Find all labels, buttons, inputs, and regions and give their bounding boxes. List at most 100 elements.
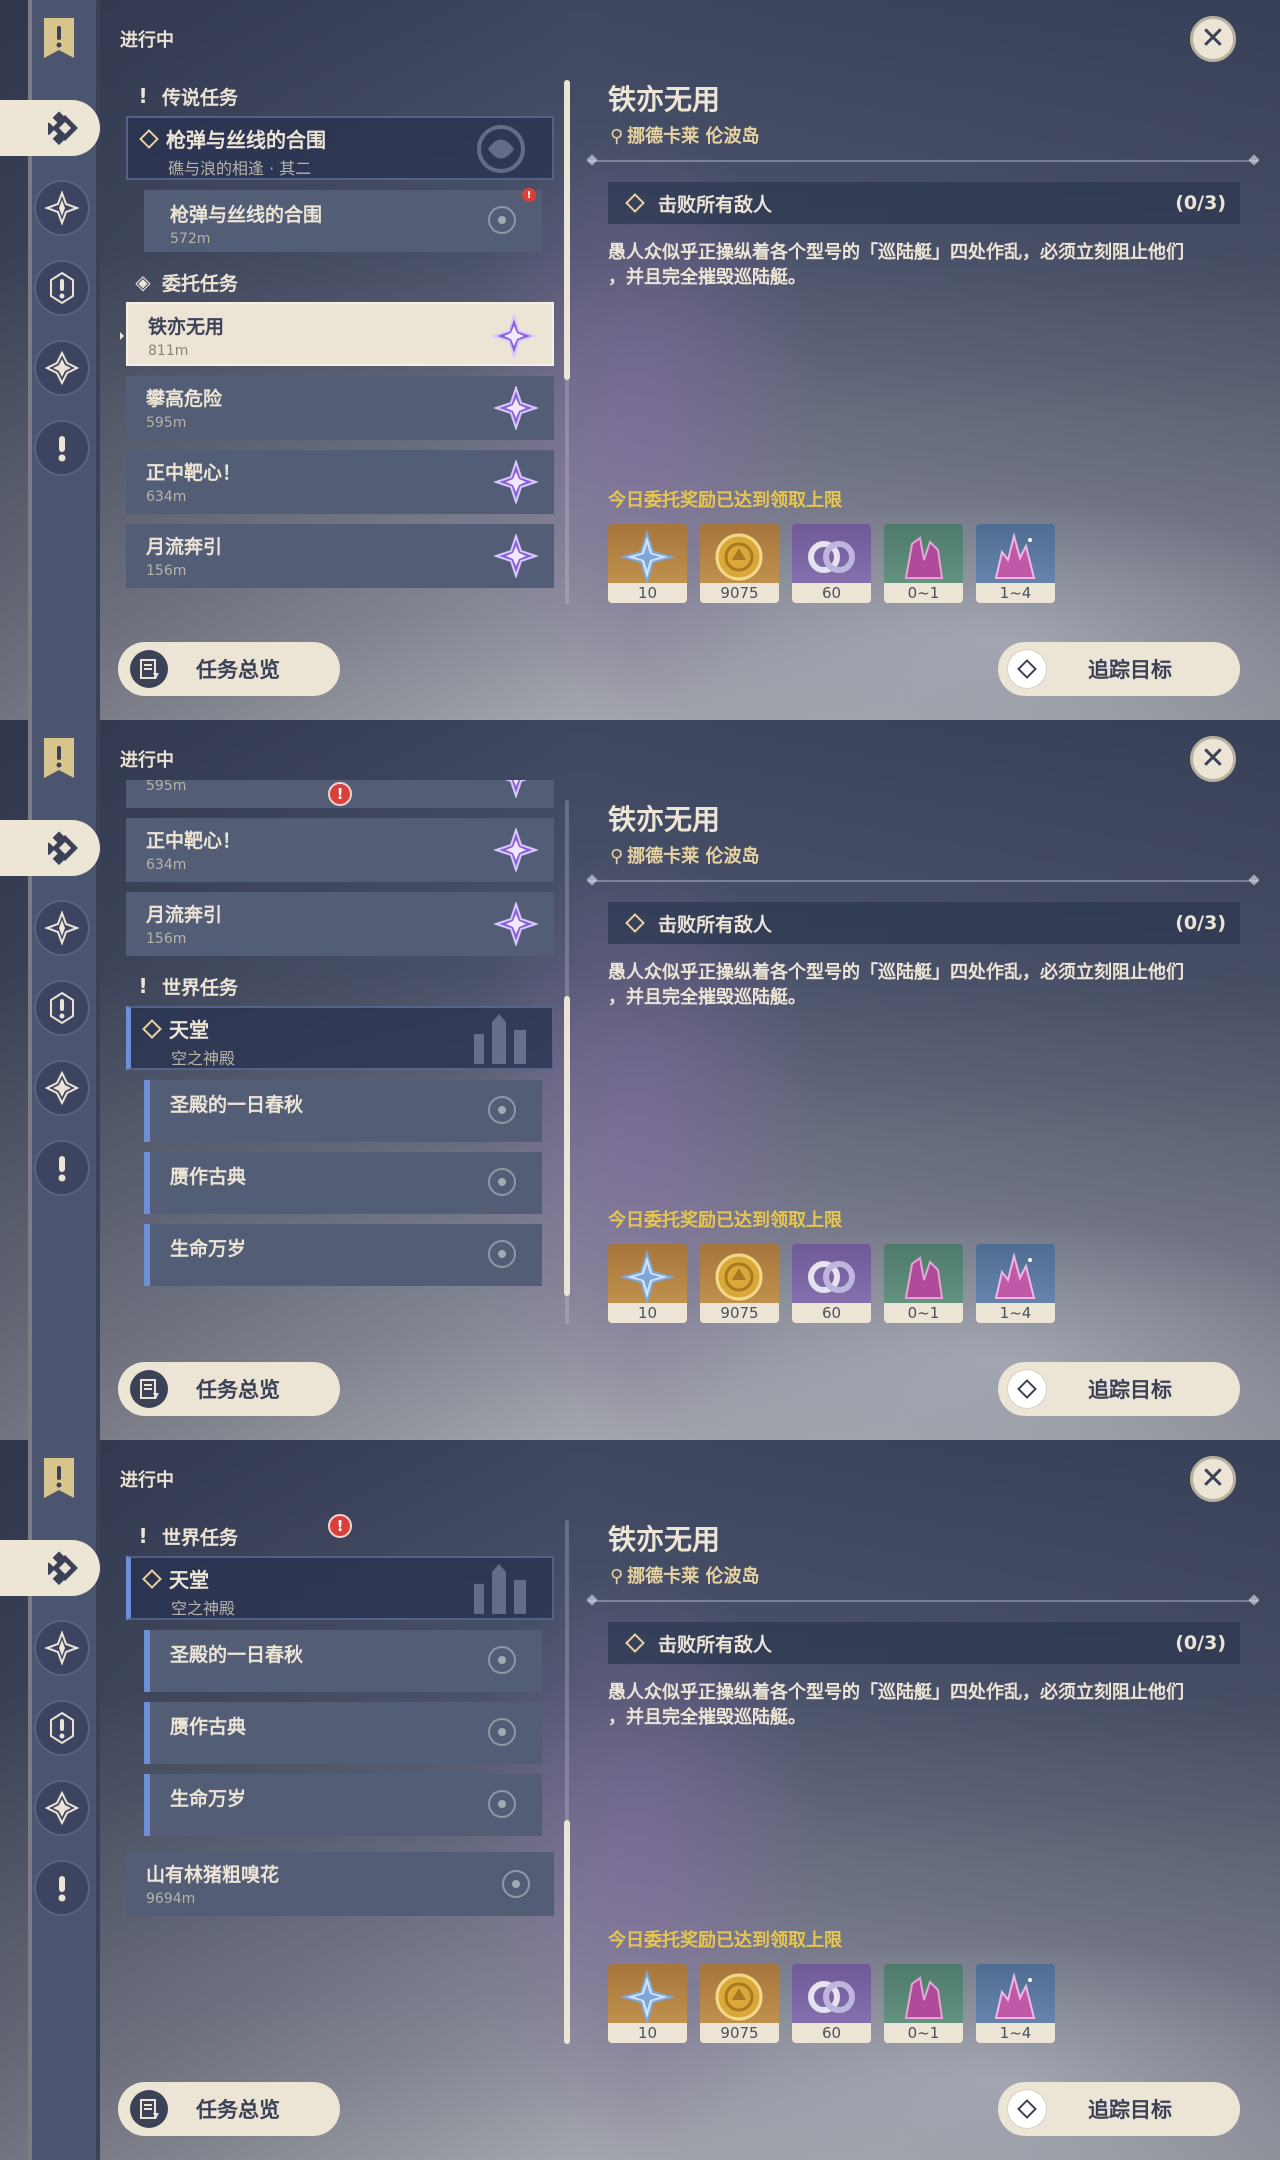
quest-distance: 156m — [146, 563, 187, 579]
reward-qty: 10 — [608, 2023, 687, 2043]
track-pin-icon[interactable] — [488, 1646, 516, 1674]
quest-item[interactable]: 月流奔引 156m — [126, 524, 554, 588]
reward-item[interactable]: 10 — [608, 524, 687, 603]
quest-group-legend[interactable]: 枪弹与丝线的合围 礁与浪的相逢 · 其二 — [126, 116, 554, 180]
reward-item[interactable]: 1~4 — [976, 1964, 1055, 2043]
status-label: 进行中 — [120, 750, 174, 771]
objective-count: (0/3) — [1175, 192, 1226, 214]
reward-qty: 9075 — [700, 2023, 779, 2043]
quest-subitem[interactable]: 生命万岁 — [144, 1774, 542, 1836]
quest-book-icon[interactable] — [42, 16, 76, 60]
nav-world-quests-button[interactable] — [34, 1140, 90, 1196]
nav-commission-button[interactable] — [34, 1060, 90, 1116]
compass-icon — [45, 1631, 79, 1665]
diamond-icon — [625, 913, 645, 933]
quest-group-world[interactable]: 天堂 空之神殿 — [126, 1556, 554, 1620]
nav-all-quests-button[interactable] — [0, 1540, 100, 1596]
quest-distance: 9694m — [146, 1891, 196, 1907]
quest-book-icon[interactable] — [42, 736, 76, 780]
magical-crystal-icon — [988, 1970, 1043, 2025]
track-target-button[interactable]: 追踪目标 — [998, 1362, 1240, 1416]
track-pin-icon[interactable] — [488, 1240, 516, 1268]
quest-title: 铁亦无用 — [608, 1523, 721, 1556]
quest-overview-button[interactable]: 任务总览 — [118, 2082, 340, 2136]
quest-item-selected[interactable]: 铁亦无用 811m — [120, 302, 554, 366]
quest-book-icon[interactable] — [42, 1456, 76, 1500]
reward-item[interactable]: 9075 — [700, 1964, 779, 2043]
all-quests-icon — [48, 1551, 82, 1585]
nav-archon-quests-button[interactable] — [34, 180, 90, 236]
quest-group-world[interactable]: 天堂 空之神殿 — [126, 1006, 554, 1070]
quest-item[interactable]: 月流奔引 156m — [126, 892, 554, 956]
track-label: 追踪目标 — [1088, 2098, 1172, 2122]
quest-location: ⚲ 挪德卡莱 伦波岛 — [610, 1562, 759, 1588]
scrollbar-thumb[interactable] — [564, 1820, 570, 2044]
quest-distance: 595m — [146, 415, 187, 431]
quest-description: 愚人众似乎正操纵着各个型号的「巡陆艇」四处作乱，必须立刻阻止他们 ，并且完全摧毁… — [608, 960, 1240, 1010]
reward-item[interactable]: 1~4 — [976, 524, 1055, 603]
reward-item[interactable]: 1~4 — [976, 1244, 1055, 1323]
scrollbar-thumb[interactable] — [564, 80, 570, 380]
nav-all-quests-button[interactable] — [0, 100, 100, 156]
track-pin-icon[interactable] — [488, 1096, 516, 1124]
quest-subitem[interactable]: 圣殿的一日春秋 — [144, 1630, 542, 1692]
nav-archon-quests-button[interactable] — [34, 900, 90, 956]
reward-item[interactable]: 10 — [608, 1244, 687, 1323]
quest-subitem[interactable]: 生命万岁 — [144, 1224, 542, 1286]
track-pin-icon[interactable] — [488, 206, 516, 234]
companionship-exp-icon — [804, 530, 859, 585]
reward-item[interactable]: 10 — [608, 1964, 687, 2043]
reward-item[interactable]: 9075 — [700, 524, 779, 603]
list-scrollbar[interactable] — [564, 800, 570, 1324]
quest-list[interactable]: ! 世界任务 天堂 空之神殿 圣殿的一日春秋 赝作古典 生命万岁 山有林猪粗嗅花 … — [120, 1514, 560, 2054]
nav-legend-quests-button[interactable] — [34, 1700, 90, 1756]
quest-subitem[interactable]: 圣殿的一日春秋 — [144, 1080, 542, 1142]
status-label: 进行中 — [120, 1470, 174, 1491]
quest-overview-button[interactable]: 任务总览 — [118, 642, 340, 696]
nav-world-quests-button[interactable] — [34, 420, 90, 476]
nav-legend-quests-button[interactable] — [34, 260, 90, 316]
track-target-button[interactable]: 追踪目标 — [998, 2082, 1240, 2136]
nav-commission-button[interactable] — [34, 1780, 90, 1836]
list-scrollbar[interactable] — [564, 80, 570, 604]
nav-archon-quests-button[interactable] — [34, 1620, 90, 1676]
track-pin-icon[interactable] — [488, 1790, 516, 1818]
reward-item[interactable]: 0~1 — [884, 1244, 963, 1323]
nav-commission-button[interactable] — [34, 340, 90, 396]
reward-item[interactable]: 9075 — [700, 1244, 779, 1323]
quest-overview-button[interactable]: 任务总览 — [118, 1362, 340, 1416]
reward-item[interactable]: 0~1 — [884, 524, 963, 603]
reward-item[interactable]: 60 — [792, 1964, 871, 2043]
quest-detail-panel: 铁亦无用 ⚲ 挪德卡莱 伦波岛 击败所有敌人 (0/3) 愚人众似乎正操纵着各个型… — [588, 720, 1258, 1440]
track-pin-icon[interactable] — [488, 1168, 516, 1196]
reward-qty: 10 — [608, 1303, 687, 1323]
track-target-button[interactable]: 追踪目标 — [998, 642, 1240, 696]
description-line: 愚人众似乎正操纵着各个型号的「巡陆艇」四处作乱，必须立刻阻止他们 — [608, 1682, 1184, 1703]
reward-item[interactable]: 60 — [792, 1244, 871, 1323]
nav-all-quests-button[interactable] — [0, 820, 100, 876]
quest-item-legend-sub[interactable]: 枪弹与丝线的合围 572m ! — [144, 188, 542, 252]
reward-item[interactable]: 0~1 — [884, 1964, 963, 2043]
exclamation-icon: ! — [138, 84, 148, 108]
reward-item[interactable]: 60 — [792, 524, 871, 603]
list-scrollbar[interactable] — [564, 1520, 570, 2044]
quest-name: 圣殿的一日春秋 — [170, 1644, 304, 1666]
track-pin-icon[interactable] — [488, 1718, 516, 1746]
nav-world-quests-button[interactable] — [34, 1860, 90, 1916]
quest-item[interactable]: 攀高危险 595m — [126, 376, 554, 440]
quest-name: 正中靶心！ — [146, 462, 242, 484]
reward-qty: 1~4 — [976, 2023, 1055, 2043]
quest-subitem[interactable]: 赝作古典 — [144, 1702, 542, 1764]
quest-item[interactable]: 正中靶心！ 634m — [126, 818, 554, 882]
crystal-chunk-icon — [896, 1970, 951, 2025]
quest-subitem[interactable]: 赝作古典 — [144, 1152, 542, 1214]
nav-legend-quests-button[interactable] — [34, 980, 90, 1036]
quest-list[interactable]: . 595m 正中靶心！ 634m 月流奔引 156m !世界任务 天堂 空之神… — [120, 780, 560, 1350]
quest-list[interactable]: ! 传说任务 枪弹与丝线的合围 礁与浪的相逢 · 其二 枪弹与丝线的合围 572m… — [120, 74, 560, 614]
rewards-row: 10 9075 60 0~1 1~4 — [608, 1964, 1055, 2043]
quest-item[interactable]: 山有林猪粗嗅花 9694m — [126, 1852, 554, 1916]
screen-2: 进行中 ✕ . 595m 正中靶心！ 634m 月流奔引 156m !世界任务 … — [0, 720, 1280, 1440]
scrollbar-thumb[interactable] — [564, 996, 570, 1296]
quest-item[interactable]: 正中靶心！ 634m — [126, 450, 554, 514]
track-pin-icon[interactable] — [502, 1870, 530, 1898]
